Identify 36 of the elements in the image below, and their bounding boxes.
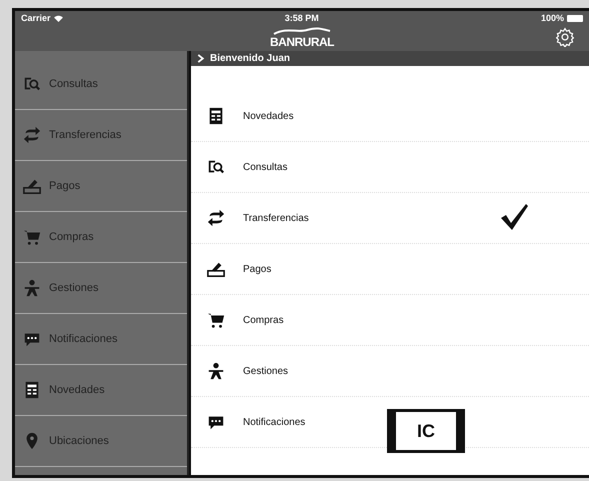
cheque-icon (23, 177, 41, 195)
battery-percent: 100% (540, 13, 564, 23)
sidebar-item[interactable]: Ubicaciones (15, 416, 187, 467)
menu-row[interactable]: Compras (191, 295, 589, 346)
sidebar-item[interactable]: Compras (15, 212, 187, 263)
arrows-icon (207, 209, 225, 227)
welcome-text: Bienvenido Juan (210, 53, 290, 64)
newspaper-icon (23, 381, 41, 399)
sidebar-item[interactable]: Gestiones (15, 263, 187, 314)
cart-icon (207, 311, 225, 329)
menu-row[interactable]: Novedades (191, 91, 589, 142)
sidebar-item[interactable]: Pagos (15, 161, 187, 212)
arrows-icon (23, 126, 41, 144)
cheque-icon (207, 260, 225, 278)
battery-icon (566, 14, 583, 22)
clock: 3:58 PM (284, 13, 319, 23)
search-icon (23, 75, 41, 93)
search-icon (207, 158, 225, 176)
newspaper-icon (207, 107, 225, 125)
sidebar-item[interactable]: Transferencias (15, 110, 187, 161)
menu-row[interactable]: Pagos (191, 244, 589, 295)
logo: BANRURAL (270, 27, 334, 49)
person-icon (207, 362, 225, 380)
carrier-label: Carrier (21, 13, 51, 23)
sidebar-item[interactable]: Consultas (15, 59, 187, 110)
annotation-label: IC (387, 409, 465, 453)
sidebar-item[interactable]: Novedades (15, 365, 187, 416)
menu-row[interactable]: Gestiones (191, 346, 589, 397)
menu-row[interactable]: Consultas (191, 142, 589, 193)
person-icon (23, 279, 41, 297)
cart-icon (23, 228, 41, 246)
chevron-icon (197, 54, 205, 63)
sidebar-item[interactable]: Notificaciones (15, 314, 187, 365)
wifi-icon (54, 14, 63, 22)
settings-icon[interactable] (555, 27, 575, 47)
menu-row[interactable]: Transferencias (191, 193, 589, 244)
